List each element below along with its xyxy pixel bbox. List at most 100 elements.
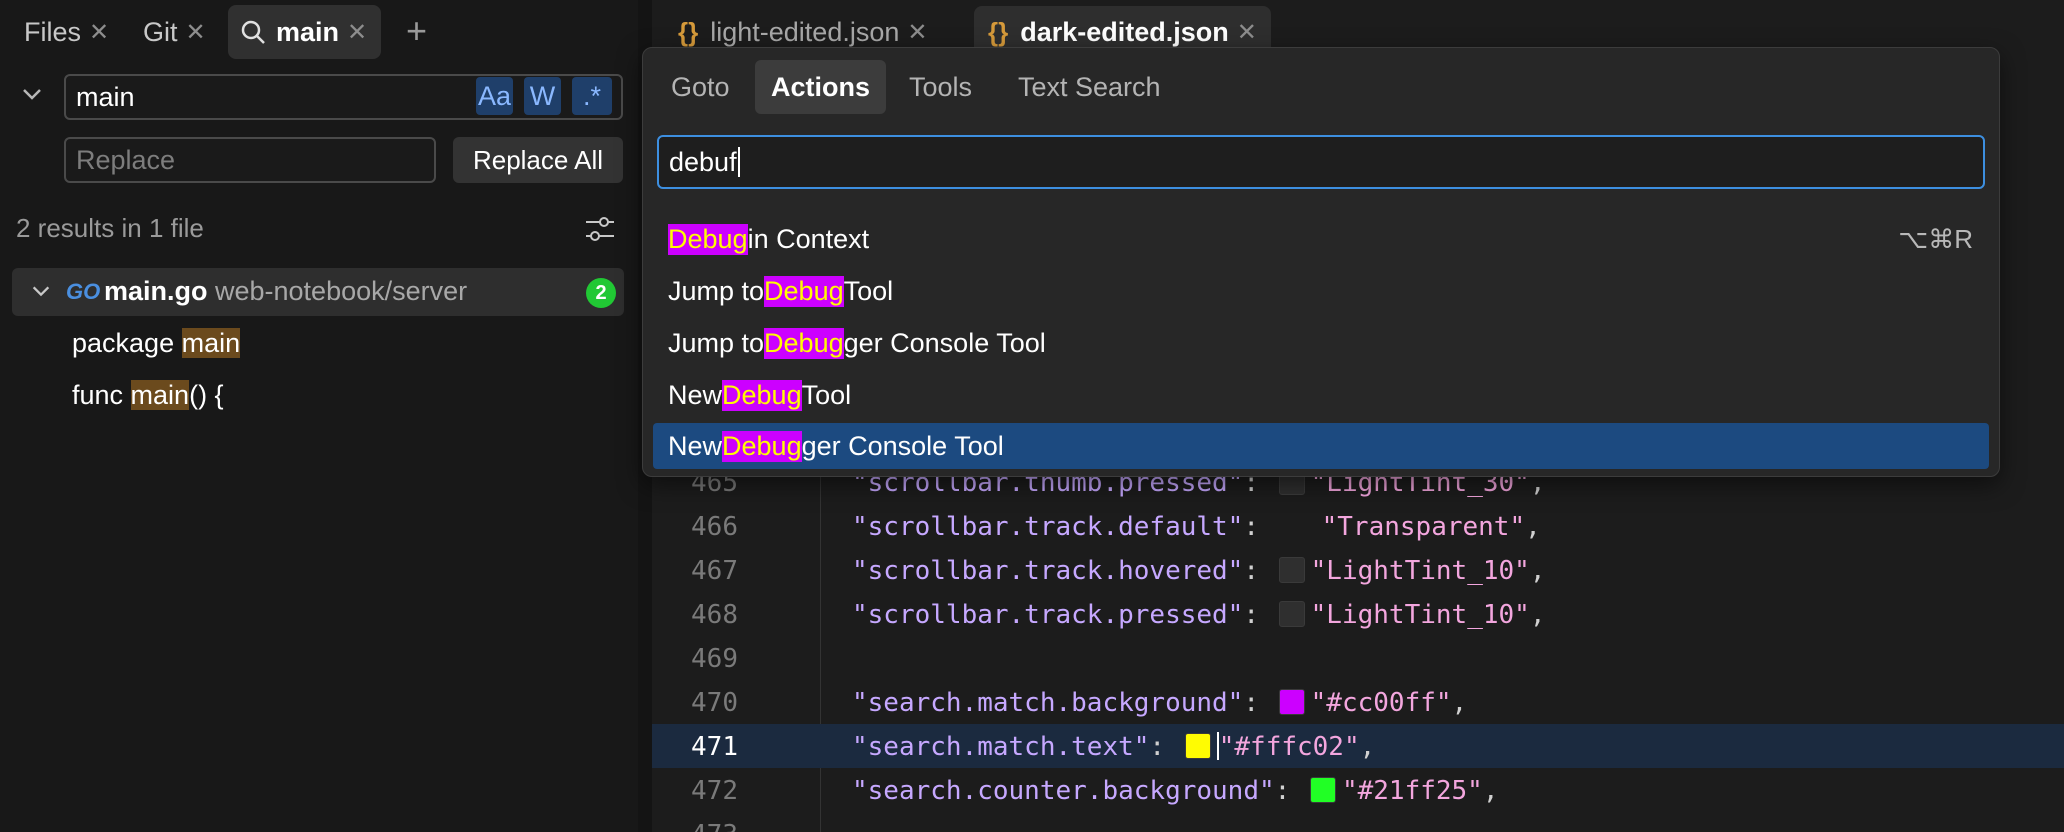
code-line[interactable]: 466 "scrollbar.track.default": "Transpar… xyxy=(652,504,2064,548)
search-panel: Files ✕ Git ✕ main ✕ + main Aa W .* Repl… xyxy=(0,0,638,832)
item-text: New xyxy=(668,379,723,410)
item-text: Jump to xyxy=(668,327,765,358)
color-swatch[interactable] xyxy=(1184,733,1211,759)
match-line[interactable]: package main xyxy=(72,328,241,359)
close-icon[interactable]: ✕ xyxy=(89,18,109,47)
tab-search[interactable]: main ✕ xyxy=(228,5,382,59)
line-number: 466 xyxy=(691,512,738,542)
replace-placeholder: Replace xyxy=(76,144,176,175)
match-text-after: () { xyxy=(189,380,224,410)
results-count: 2 results in 1 file xyxy=(16,213,204,243)
json-key: "scrollbar.track.pressed" xyxy=(852,600,1244,630)
regex-toggle[interactable]: .* xyxy=(572,77,612,115)
json-value: "LightTint_10" xyxy=(1310,600,1530,630)
replace-all-button[interactable]: Replace All xyxy=(453,137,623,183)
json-value: "#21ff25" xyxy=(1341,776,1483,806)
code-line[interactable]: 473 xyxy=(652,812,2064,832)
color-swatch[interactable] xyxy=(1278,557,1305,583)
color-swatch[interactable] xyxy=(1278,689,1305,715)
item-text: Tool xyxy=(801,379,852,410)
json-value: "#fffc02" xyxy=(1218,732,1360,762)
json-key: "scrollbar.track.default" xyxy=(852,512,1244,542)
color-swatch[interactable] xyxy=(1309,777,1336,803)
match-highlight: main xyxy=(181,328,241,358)
tab-search-label: main xyxy=(276,16,340,47)
add-tab-icon[interactable]: + xyxy=(406,10,427,52)
match-case-toggle[interactable]: Aa xyxy=(476,77,513,115)
text-cursor xyxy=(737,147,740,177)
item-text: New xyxy=(668,430,723,461)
color-swatch[interactable] xyxy=(1278,601,1305,627)
line-number: 468 xyxy=(691,600,738,630)
tab-files[interactable]: Files ✕ xyxy=(24,5,109,59)
close-icon[interactable]: ✕ xyxy=(907,18,927,47)
match-highlight: Debug xyxy=(764,275,844,307)
file-name: main.go xyxy=(104,276,208,306)
replace-input[interactable]: Replace xyxy=(64,137,436,183)
json-key: "search.counter.background" xyxy=(852,776,1275,806)
go-file-icon: GO xyxy=(66,279,101,304)
code-line[interactable]: 467 "scrollbar.track.hovered": "LightTin… xyxy=(652,548,2064,592)
code-line[interactable]: 472 "search.counter.background": "#21ff2… xyxy=(652,768,2064,812)
code-line-current[interactable]: 471 "search.match.text": "#fffc02", xyxy=(652,724,2064,768)
match-highlight: Debug xyxy=(722,379,802,411)
line-number: 473 xyxy=(652,820,738,832)
line-number: 470 xyxy=(691,688,738,718)
action-item-selected[interactable]: New Debug ger Console Tool xyxy=(653,423,1989,469)
item-text: in Context xyxy=(747,223,870,254)
item-text: ger Console Tool xyxy=(801,430,1004,461)
json-file-icon: {} xyxy=(678,16,699,47)
keyboard-shortcut: ⌥⌘R xyxy=(1898,223,1973,254)
action-item[interactable]: Jump to Debug Tool xyxy=(653,268,1989,314)
match-line[interactable]: func main() { xyxy=(72,380,224,411)
json-value: "#cc00ff" xyxy=(1310,688,1452,718)
line-number: 467 xyxy=(691,556,738,586)
item-text: Tool xyxy=(843,275,894,306)
tab-label: dark-edited.json xyxy=(1020,16,1229,47)
palette-search-input[interactable]: debuf xyxy=(657,135,1985,189)
match-text-before: package xyxy=(72,328,182,358)
json-key: "search.match.background" xyxy=(852,688,1244,718)
search-query: main xyxy=(76,81,135,112)
filter-settings-icon[interactable] xyxy=(584,214,616,249)
close-icon[interactable]: ✕ xyxy=(347,18,367,47)
match-highlight: Debug xyxy=(722,430,802,462)
tab-goto[interactable]: Goto xyxy=(655,60,746,114)
item-text: Jump to xyxy=(668,275,765,306)
json-value: "Transparent" xyxy=(1321,512,1526,542)
search-icon xyxy=(240,19,266,45)
action-item[interactable]: Jump to Debug ger Console Tool xyxy=(653,320,1989,366)
file-path: web-notebook/server xyxy=(215,276,468,306)
chevron-down-icon[interactable] xyxy=(20,82,44,111)
code-line[interactable]: 468 "scrollbar.track.pressed": "LightTin… xyxy=(652,592,2064,636)
line-number: 472 xyxy=(691,776,738,806)
match-highlight: Debug xyxy=(764,327,844,359)
file-result-row[interactable]: GO main.go web-notebook/server 2 xyxy=(12,268,624,316)
tab-actions[interactable]: Actions xyxy=(755,60,887,114)
json-value: "LightTint_10" xyxy=(1310,556,1530,586)
json-key: "scrollbar.track.hovered" xyxy=(852,556,1244,586)
code-line[interactable]: 470 "search.match.background": "#cc00ff"… xyxy=(652,680,2064,724)
tab-git[interactable]: Git ✕ xyxy=(143,5,206,59)
tab-text-search[interactable]: Text Search xyxy=(1002,60,1177,114)
action-item[interactable]: Debug in Context ⌥⌘R xyxy=(653,216,1989,262)
chevron-down-icon[interactable] xyxy=(30,280,52,307)
close-icon[interactable]: ✕ xyxy=(186,18,206,47)
tab-git-label: Git xyxy=(143,16,178,47)
command-palette: Goto Actions Tools Text Search debuf Deb… xyxy=(642,47,2000,477)
match-highlight: Debug xyxy=(668,223,748,255)
item-text: ger Console Tool xyxy=(843,327,1046,358)
match-text-before: func xyxy=(72,380,131,410)
line-number: 469 xyxy=(691,644,738,674)
code-line[interactable]: 469 xyxy=(652,636,2064,680)
json-file-icon: {} xyxy=(988,16,1009,47)
tab-tools[interactable]: Tools xyxy=(893,60,988,114)
panel-tab-bar: Files ✕ Git ✕ main ✕ + xyxy=(0,0,638,64)
action-item[interactable]: New Debug Tool xyxy=(653,372,1989,418)
tab-label: light-edited.json xyxy=(710,16,900,47)
match-highlight: main xyxy=(130,380,190,410)
close-icon[interactable]: ✕ xyxy=(1237,18,1257,47)
tab-files-label: Files xyxy=(24,16,82,47)
whole-word-toggle[interactable]: W xyxy=(524,77,561,115)
json-key: "search.match.text" xyxy=(852,732,1150,762)
